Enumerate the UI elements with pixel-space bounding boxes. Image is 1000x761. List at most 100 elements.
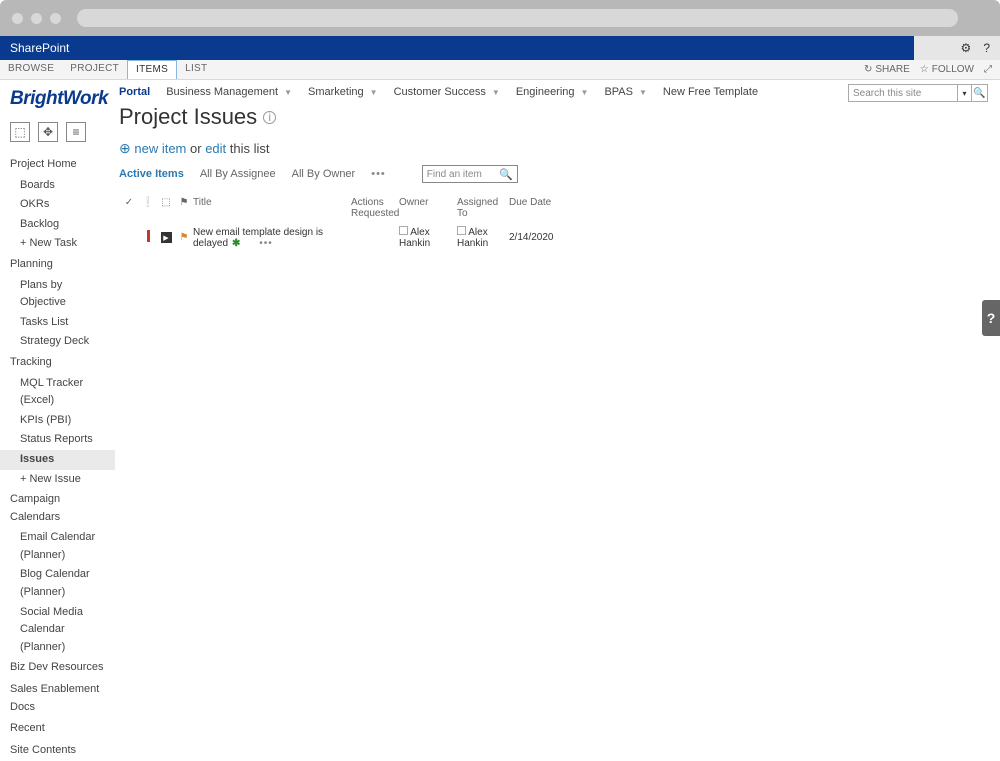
nav-biz-dev[interactable]: Biz Dev Resources xyxy=(10,657,109,679)
chevron-down-icon: ▼ xyxy=(284,88,292,97)
help-tab[interactable]: ? xyxy=(982,300,1000,336)
nav-sales-enablement[interactable]: Sales Enablement Docs xyxy=(10,679,109,718)
nav-campaign-calendars[interactable]: Campaign Calendars xyxy=(10,489,109,528)
help-icon[interactable]: ? xyxy=(983,41,990,55)
chevron-down-icon: ▼ xyxy=(581,88,589,97)
nav-bpas[interactable]: BPAS▼ xyxy=(604,86,646,98)
follow-button[interactable]: ☆ FOLLOW xyxy=(920,64,974,75)
search-wrap: Search this site ▾ 🔍 xyxy=(848,84,988,102)
nav-issues[interactable]: Issues xyxy=(0,450,115,470)
main-content: Portal Business Management▼ Smarketing▼ … xyxy=(115,80,1000,540)
col-attachment[interactable]: ⬚ xyxy=(157,197,175,219)
col-flag[interactable]: ⚑ xyxy=(175,197,193,219)
nav-tracking[interactable]: Tracking xyxy=(10,352,109,374)
maximize-dot[interactable] xyxy=(50,13,61,24)
nav-social-calendar[interactable]: Social Media Calendar (Planner) xyxy=(10,603,109,658)
ribbon-tab-browse[interactable]: BROWSE xyxy=(0,60,62,79)
col-title[interactable]: Title xyxy=(193,197,351,219)
nav-site-contents[interactable]: Site Contents xyxy=(10,740,109,761)
search-scope-dropdown[interactable]: ▾ xyxy=(958,84,972,102)
sharepoint-label[interactable]: SharePoint xyxy=(10,41,69,55)
nav-okrs[interactable]: OKRs xyxy=(10,195,109,215)
col-actions[interactable]: Actions Requested xyxy=(351,197,399,219)
nav-status-reports[interactable]: Status Reports xyxy=(10,430,109,450)
nav-mql-tracker[interactable]: MQL Tracker (Excel) xyxy=(10,374,109,411)
nav-new-issue[interactable]: + New Issue xyxy=(10,470,109,490)
info-icon[interactable]: i xyxy=(263,111,276,124)
col-priority[interactable]: ❕ xyxy=(139,197,157,219)
row-title-cell[interactable]: New email template design is delayed✱ ••… xyxy=(193,227,351,249)
ribbon-tab-items[interactable]: ITEMS xyxy=(127,60,177,79)
ribbon-actions: ↻ SHARE ☆ FOLLOW ⤢ xyxy=(864,60,1000,79)
priority-high-icon xyxy=(147,230,150,242)
upload-icon[interactable]: ⬚ xyxy=(10,122,30,142)
nav-engineering[interactable]: Engineering▼ xyxy=(516,86,589,98)
ribbon-tab-list[interactable]: LIST xyxy=(177,60,215,79)
row-more-icon[interactable]: ••• xyxy=(259,238,273,249)
page-title: Project Issues i xyxy=(119,104,990,130)
window-controls xyxy=(12,13,61,24)
col-owner[interactable]: Owner xyxy=(399,197,457,219)
ribbon-tab-project[interactable]: PROJECT xyxy=(62,60,127,79)
nav-kpis[interactable]: KPIs (PBI) xyxy=(10,411,109,431)
move-icon[interactable]: ✥ xyxy=(38,122,58,142)
close-dot[interactable] xyxy=(12,13,23,24)
site-logo[interactable]: BrightWork xyxy=(10,88,109,110)
row-due-cell: 2/14/2020 xyxy=(509,232,569,243)
new-badge: ✱ xyxy=(232,238,240,249)
edit-list-link[interactable]: edit xyxy=(205,141,226,156)
col-select[interactable]: ✓ xyxy=(119,197,139,219)
search-input[interactable]: Search this site xyxy=(848,84,958,102)
new-item-link[interactable]: new item xyxy=(134,141,186,156)
share-button[interactable]: ↻ SHARE xyxy=(864,64,910,75)
chevron-down-icon: ▼ xyxy=(492,88,500,97)
nav-blog-calendar[interactable]: Blog Calendar (Planner) xyxy=(10,565,109,602)
list-icon[interactable]: ≡ xyxy=(66,122,86,142)
table-row[interactable]: ▶ ⚑ New email template design is delayed… xyxy=(119,223,990,252)
focus-icon[interactable]: ⤢ xyxy=(984,64,992,75)
nav-project-home[interactable]: Project Home xyxy=(10,154,109,176)
suite-bar: SharePoint ⚙ ? xyxy=(0,36,1000,60)
browser-chrome xyxy=(0,0,1000,36)
col-due[interactable]: Due Date xyxy=(509,197,569,219)
nav-recent[interactable]: Recent xyxy=(10,718,109,740)
left-panel: BrightWork ⬚ ✥ ≡ Project Home Boards OKR… xyxy=(0,80,115,540)
nav-email-calendar[interactable]: Email Calendar (Planner) xyxy=(10,528,109,565)
row-owner-cell[interactable]: Alex Hankin xyxy=(399,226,457,249)
view-all-by-owner[interactable]: All By Owner xyxy=(292,168,356,180)
nav-planning[interactable]: Planning xyxy=(10,254,109,276)
nav-tasks-list[interactable]: Tasks List xyxy=(10,313,109,333)
chevron-down-icon: ▼ xyxy=(639,88,647,97)
views-more-icon[interactable]: ••• xyxy=(371,168,386,180)
nav-new-free-template[interactable]: New Free Template xyxy=(663,86,758,98)
row-assigned-cell[interactable]: Alex Hankin xyxy=(457,226,509,249)
nav-business-mgmt[interactable]: Business Management▼ xyxy=(166,86,292,98)
ribbon: BROWSE PROJECT ITEMS LIST ↻ SHARE ☆ FOLL… xyxy=(0,60,1000,80)
url-bar[interactable] xyxy=(77,9,958,27)
page-title-text: Project Issues xyxy=(119,104,257,130)
suite-bar-right: ⚙ ? xyxy=(914,36,1000,60)
nav-smarketing[interactable]: Smarketing▼ xyxy=(308,86,378,98)
nav-new-task[interactable]: + New Task xyxy=(10,234,109,254)
play-icon[interactable]: ▶ xyxy=(161,232,172,243)
search-icon[interactable]: 🔍 xyxy=(499,168,513,181)
col-assigned[interactable]: Assigned To xyxy=(457,197,509,219)
minimize-dot[interactable] xyxy=(31,13,42,24)
new-item-row: ⊕ new item or edit this list xyxy=(119,140,990,157)
grid-header: ✓ ❕ ⬚ ⚑ Title Actions Requested Owner As… xyxy=(119,193,990,223)
nav-plans-by-objective[interactable]: Plans by Objective xyxy=(10,276,109,313)
search-go-button[interactable]: 🔍 xyxy=(972,84,988,102)
nav-boards[interactable]: Boards xyxy=(10,176,109,196)
side-nav: Project Home Boards OKRs Backlog + New T… xyxy=(10,154,109,761)
nav-strategy-deck[interactable]: Strategy Deck xyxy=(10,332,109,352)
nav-backlog[interactable]: Backlog xyxy=(10,215,109,235)
plus-icon[interactable]: ⊕ xyxy=(119,140,131,156)
find-input[interactable]: Find an item 🔍 xyxy=(422,165,518,183)
settings-icon[interactable]: ⚙ xyxy=(961,41,972,55)
view-active-items[interactable]: Active Items xyxy=(119,168,184,180)
quick-actions: ⬚ ✥ ≡ xyxy=(10,122,109,142)
nav-portal[interactable]: Portal xyxy=(119,86,150,98)
flag-icon[interactable]: ⚑ xyxy=(180,232,189,243)
nav-customer-success[interactable]: Customer Success▼ xyxy=(394,86,500,98)
view-all-by-assignee[interactable]: All By Assignee xyxy=(200,168,276,180)
